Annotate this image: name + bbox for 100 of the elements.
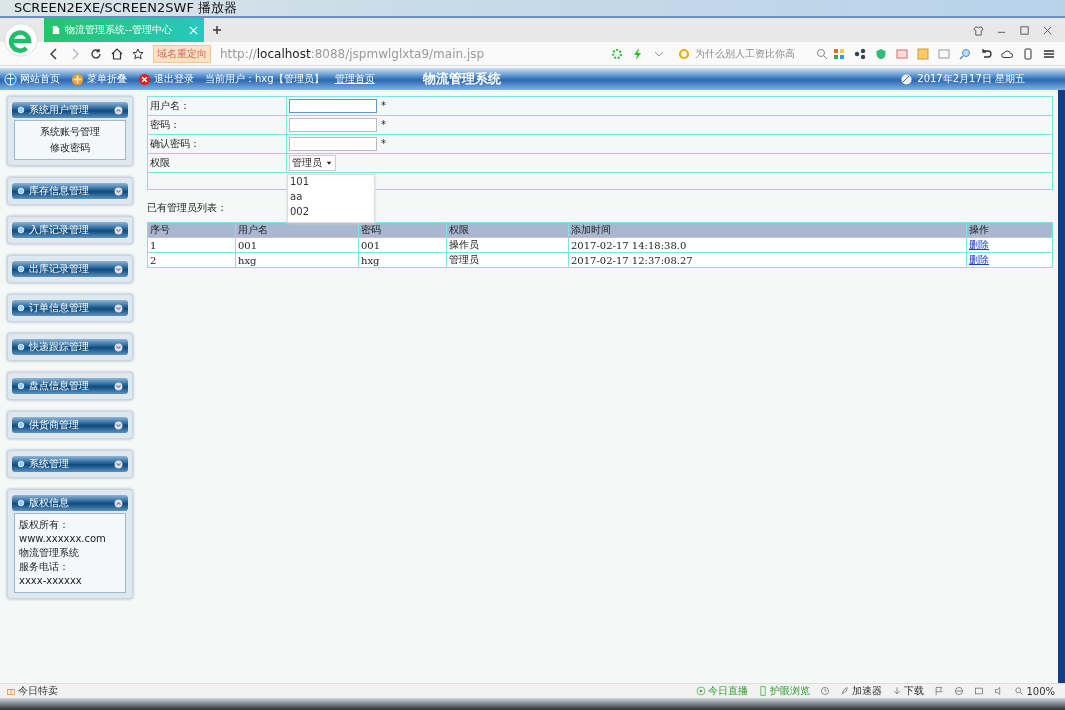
page-icon bbox=[52, 25, 60, 35]
apps-icon[interactable] bbox=[833, 47, 845, 60]
dot-icon bbox=[16, 105, 26, 115]
menu-header[interactable]: 系统管理 bbox=[12, 456, 128, 472]
menu-title: 库存信息管理 bbox=[29, 184, 90, 198]
dot-icon bbox=[16, 264, 26, 274]
dot-icon bbox=[16, 498, 26, 508]
menu-title: 盘点信息管理 bbox=[29, 379, 90, 393]
shirt-icon[interactable] bbox=[973, 24, 984, 36]
reload-icon[interactable] bbox=[90, 47, 102, 60]
status-item[interactable]: 今日直播 bbox=[696, 684, 749, 698]
header-link[interactable]: 退出登录 bbox=[154, 72, 194, 86]
info-text: 版权所有： bbox=[19, 518, 70, 532]
menu-item[interactable]: 修改密码 bbox=[50, 141, 90, 155]
column-header: 密码 bbox=[358, 222, 447, 238]
delete-link[interactable]: 删除 bbox=[969, 239, 989, 250]
menu-title: 订单信息管理 bbox=[29, 301, 90, 315]
header-link[interactable]: 管理首页 bbox=[334, 72, 375, 86]
column-header: 用户名 bbox=[235, 222, 359, 238]
dot-icon bbox=[16, 303, 26, 313]
dot-icon bbox=[16, 420, 26, 430]
column-header: 权限 bbox=[446, 222, 569, 238]
download-icon bbox=[892, 686, 903, 696]
menu-item[interactable]: 系统账号管理 bbox=[40, 125, 100, 139]
redirect-badge[interactable]: 域名重定向 bbox=[153, 44, 211, 63]
required-mark: * bbox=[381, 100, 386, 111]
cloud-icon[interactable] bbox=[1001, 47, 1013, 60]
app-title: 物流管理系统 bbox=[422, 70, 501, 88]
autocomplete-item[interactable]: 002 bbox=[290, 205, 372, 220]
dot-icon bbox=[16, 381, 26, 391]
info-text: www.xxxxxx.com bbox=[19, 532, 107, 546]
search-icon[interactable] bbox=[816, 47, 828, 60]
dot-icon bbox=[16, 225, 26, 235]
menu-header[interactable]: 出库记录管理 bbox=[12, 261, 128, 277]
list-caption: 已有管理员列表： bbox=[147, 201, 227, 215]
autocomplete-item[interactable]: aa bbox=[290, 190, 372, 205]
screenshot-icon[interactable] bbox=[938, 47, 950, 60]
lightning-icon[interactable] bbox=[632, 47, 644, 60]
menu-header[interactable]: 供货商管理 bbox=[12, 417, 128, 433]
status-item[interactable]: 今日特卖 bbox=[6, 684, 58, 698]
field-label: 密码： bbox=[147, 115, 287, 135]
header-link[interactable]: 网站首页 bbox=[20, 72, 60, 86]
input-field[interactable] bbox=[289, 99, 377, 113]
document-icon[interactable] bbox=[896, 47, 908, 60]
gift-icon bbox=[6, 686, 16, 696]
loading-icon[interactable] bbox=[611, 47, 623, 60]
home-icon[interactable] bbox=[111, 47, 123, 60]
rocket-icon bbox=[840, 686, 851, 696]
search-field[interactable]: 为什么别人工资比你高 bbox=[674, 47, 824, 60]
status-item[interactable]: 100% bbox=[1014, 685, 1055, 697]
phone-icon[interactable] bbox=[1022, 47, 1034, 60]
close-icon bbox=[138, 72, 151, 86]
flag-icon[interactable] bbox=[934, 686, 945, 696]
window-icon[interactable] bbox=[974, 686, 985, 696]
magnifier-icon[interactable] bbox=[959, 47, 971, 60]
menu-header[interactable]: 订单信息管理 bbox=[12, 300, 128, 316]
input-field[interactable] bbox=[289, 118, 377, 132]
header-link[interactable]: 菜单折叠 bbox=[87, 72, 127, 86]
star-icon[interactable] bbox=[132, 47, 144, 60]
role-dropdown[interactable]: 管理员 bbox=[289, 155, 336, 171]
input-field[interactable] bbox=[289, 137, 377, 151]
window-title: SCREEN2EXE/SCREEN2SWF 播放器 bbox=[14, 0, 237, 17]
dot-icon bbox=[16, 459, 26, 469]
new-tab-icon[interactable] bbox=[212, 25, 222, 35]
phone-icon bbox=[758, 686, 769, 696]
close-icon[interactable] bbox=[1042, 24, 1053, 36]
column-header: 添加时间 bbox=[568, 222, 967, 238]
status-item[interactable]: 下载 bbox=[892, 684, 925, 698]
undo-icon[interactable] bbox=[980, 47, 992, 60]
menu-header[interactable]: 入库记录管理 bbox=[12, 222, 128, 238]
address-field[interactable]: http://localhost:8088/jspmwlglxta9/main.jsp bbox=[220, 46, 602, 61]
info-text: 物流管理系统 bbox=[19, 546, 80, 560]
share-icon[interactable] bbox=[854, 47, 866, 60]
history-icon[interactable] bbox=[820, 686, 831, 696]
autocomplete-item[interactable]: 101 bbox=[290, 175, 372, 190]
menu-title: 出库记录管理 bbox=[29, 262, 90, 276]
picture-icon[interactable] bbox=[917, 47, 929, 60]
menu-title: 快递跟踪管理 bbox=[29, 340, 90, 354]
date-text: 2017年2月17日 星期五 bbox=[917, 72, 1025, 86]
menu-header[interactable]: 系统用户管理 bbox=[12, 102, 128, 118]
shield-icon[interactable] bbox=[875, 47, 887, 60]
menu-header[interactable]: 版权信息 bbox=[12, 495, 128, 511]
menu-icon[interactable] bbox=[1043, 47, 1055, 60]
scrollbar[interactable] bbox=[1058, 90, 1065, 683]
dot-icon bbox=[16, 342, 26, 352]
column-header: 操作 bbox=[966, 222, 1053, 238]
menu-header[interactable]: 盘点信息管理 bbox=[12, 378, 128, 394]
menu-title: 入库记录管理 bbox=[29, 223, 90, 237]
required-mark: * bbox=[381, 119, 386, 130]
delete-link[interactable]: 删除 bbox=[969, 254, 989, 265]
maximize-icon[interactable] bbox=[1019, 24, 1030, 36]
menu-title: 系统管理 bbox=[29, 457, 70, 471]
plus-icon bbox=[71, 72, 84, 86]
status-item[interactable]: 加速器 bbox=[840, 684, 883, 698]
menu-header[interactable]: 快递跟踪管理 bbox=[12, 339, 128, 355]
dot-icon bbox=[16, 186, 26, 196]
menu-header[interactable]: 库存信息管理 bbox=[12, 183, 128, 199]
menu-title: 版权信息 bbox=[29, 496, 70, 510]
caret-icon bbox=[325, 159, 333, 167]
status-item[interactable]: 护眼浏览 bbox=[758, 684, 811, 698]
